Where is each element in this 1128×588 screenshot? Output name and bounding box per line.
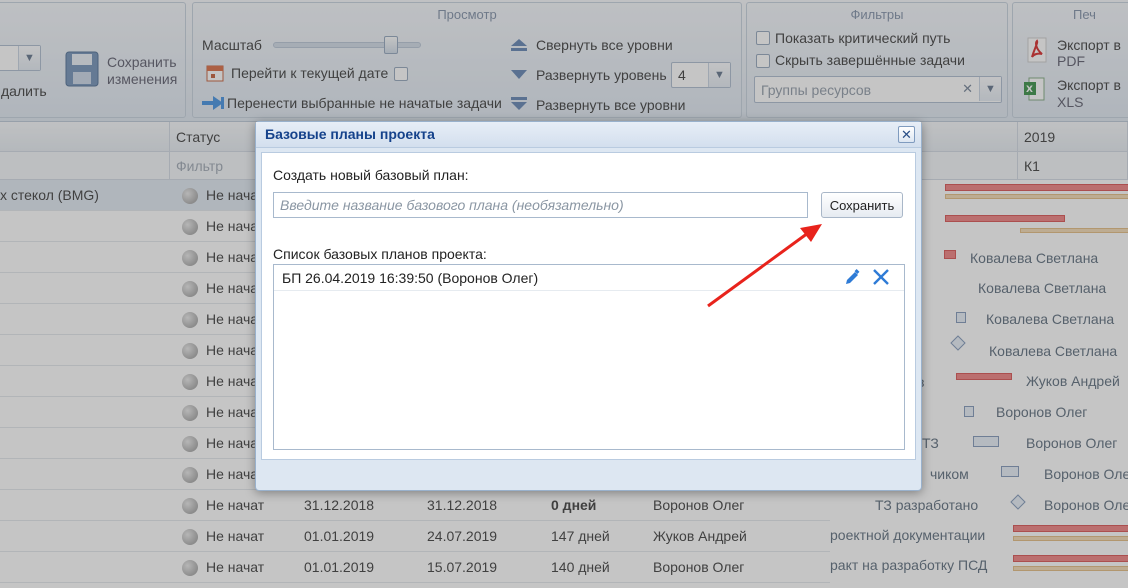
annotation-arrow xyxy=(707,224,822,308)
